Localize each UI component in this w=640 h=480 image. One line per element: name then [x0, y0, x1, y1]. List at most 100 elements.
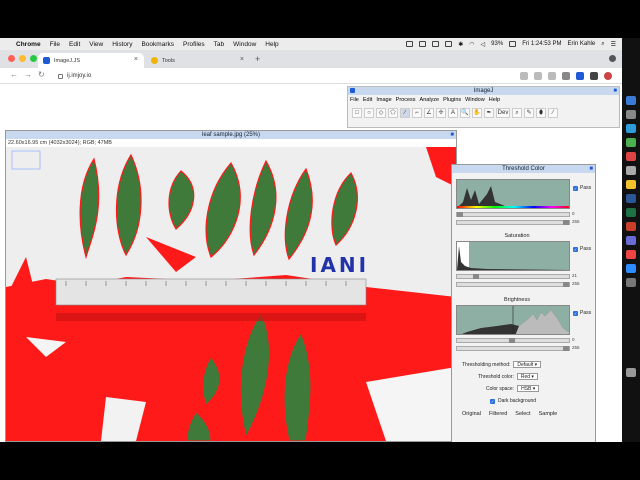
ij-menu-analyze[interactable]: Analyze	[420, 97, 440, 103]
teams-icon[interactable]	[626, 236, 636, 245]
volume-icon[interactable]: ◁	[481, 41, 486, 48]
extension-v-icon[interactable]	[576, 72, 584, 80]
back-icon[interactable]: ←	[10, 70, 18, 79]
screen-record-icon[interactable]	[406, 41, 414, 47]
clock-icon[interactable]	[445, 41, 453, 47]
powerpoint-icon[interactable]	[626, 222, 636, 231]
magnifier-tool-icon[interactable]: 🔍	[460, 108, 470, 118]
image-canvas[interactable]: IANI	[6, 147, 456, 441]
checkbox-checked-icon[interactable]: ✓	[573, 310, 578, 316]
battery-icon[interactable]	[509, 41, 517, 47]
tab-search-icon[interactable]	[609, 55, 616, 62]
puzzle-icon[interactable]	[590, 72, 598, 80]
slider-knob[interactable]	[509, 338, 515, 343]
battery-percent[interactable]: 93%	[491, 41, 503, 47]
new-tab-icon[interactable]: +	[255, 54, 260, 64]
ij-menu-edit[interactable]: Edit	[363, 97, 372, 103]
ij-menu-image[interactable]: Image	[376, 97, 391, 103]
freehand-tool-icon[interactable]: ⬠	[388, 108, 398, 118]
bluetooth-icon[interactable]: ✱	[458, 41, 463, 48]
wifi-icon[interactable]: ◠	[469, 41, 474, 48]
hue-max-slider[interactable]	[456, 220, 570, 225]
zoom-icon[interactable]	[432, 41, 440, 47]
menu-app-name[interactable]: Chrome	[16, 41, 41, 48]
oval-tool-icon[interactable]: ○	[364, 108, 374, 118]
ij-menu-window[interactable]: Window	[465, 97, 485, 103]
control-center-icon[interactable]: ☰	[611, 41, 616, 48]
brush-tool-icon[interactable]: ⬮	[536, 108, 546, 118]
menu-bookmarks[interactable]: Bookmarks	[141, 41, 174, 48]
zoom-window-button[interactable]	[30, 55, 37, 62]
threshold-color-select[interactable]: Red ▾	[516, 373, 538, 380]
point-tool-icon[interactable]: ✢	[436, 108, 446, 118]
saturation-pass-checkbox[interactable]: ✓ Pass	[573, 246, 591, 252]
share-icon[interactable]	[534, 72, 542, 80]
menu-edit[interactable]: Edit	[69, 41, 80, 48]
text-tool-icon[interactable]: A	[448, 108, 458, 118]
close-tab-icon[interactable]: ×	[134, 56, 138, 63]
close-icon[interactable]: ■	[450, 131, 454, 139]
tab-imagej[interactable]: ImageJ.JS ×	[38, 53, 144, 68]
ij-menu-process[interactable]: Process	[396, 97, 416, 103]
menu-file[interactable]: File	[50, 41, 60, 48]
extension-icon[interactable]	[562, 72, 570, 80]
tab-tools[interactable]: Tools ×	[146, 53, 250, 68]
menu-help[interactable]: Help	[265, 41, 278, 48]
download-icon[interactable]	[520, 72, 528, 80]
notes-icon[interactable]	[626, 166, 636, 175]
search-icon[interactable]: ⌕	[601, 41, 604, 48]
ij-menu-file[interactable]: File	[350, 97, 359, 103]
brightness-min-slider[interactable]	[456, 338, 570, 343]
line-tool-icon[interactable]: ∕	[400, 108, 410, 118]
minimize-window-button[interactable]	[19, 55, 26, 62]
polygon-tool-icon[interactable]: ◇	[376, 108, 386, 118]
app-icon[interactable]	[626, 250, 636, 259]
url-field[interactable]: ij.imjoy.io	[58, 70, 518, 82]
url-text[interactable]: ij.imjoy.io	[67, 73, 91, 79]
threshold-titlebar[interactable]: Threshold Color ■	[452, 165, 595, 173]
sample-button[interactable]: Sample	[539, 411, 558, 417]
profile-avatar[interactable]	[604, 72, 612, 80]
hue-pass-checkbox[interactable]: ✓ Pass	[573, 185, 591, 191]
imagej-titlebar[interactable]: ImageJ ■	[348, 87, 619, 95]
segment-tool-icon[interactable]: ⌐	[412, 108, 422, 118]
slider-knob[interactable]	[457, 212, 463, 217]
rectangle-tool-icon[interactable]: □	[352, 108, 362, 118]
finder-icon[interactable]	[626, 96, 636, 105]
calendar-icon[interactable]	[626, 152, 636, 161]
zoom-app-icon[interactable]	[626, 264, 636, 273]
bookmark-star-icon[interactable]	[548, 72, 556, 80]
slider-knob[interactable]	[563, 220, 569, 225]
saturation-min-slider[interactable]	[456, 274, 570, 279]
hue-min-slider[interactable]	[456, 212, 570, 217]
wand-tool-icon[interactable]: ⁄	[548, 108, 558, 118]
menu-history[interactable]: History	[112, 41, 132, 48]
pin-icon[interactable]	[350, 88, 355, 93]
reload-icon[interactable]: ↻	[38, 70, 45, 79]
chrome-icon[interactable]	[626, 180, 636, 189]
brightness-max-slider[interactable]	[456, 346, 570, 351]
angle-tool-icon[interactable]: ∠	[424, 108, 434, 118]
color-space-select[interactable]: HSB ▾	[517, 385, 540, 392]
slider-knob[interactable]	[563, 282, 569, 287]
safari-icon[interactable]	[626, 124, 636, 133]
leaf-image[interactable]	[6, 147, 456, 441]
lock-icon[interactable]	[58, 73, 63, 79]
dark-background-checkbox[interactable]: ✓ Dark background	[490, 398, 536, 404]
slider-knob[interactable]	[563, 346, 569, 351]
original-button[interactable]: Original	[462, 411, 481, 417]
brightness-pass-checkbox[interactable]: ✓ Pass	[573, 310, 591, 316]
slider-knob[interactable]	[473, 274, 479, 279]
hand-tool-icon[interactable]: ✋	[472, 108, 482, 118]
settings-icon[interactable]	[626, 278, 636, 287]
excel-icon[interactable]	[626, 208, 636, 217]
filtered-button[interactable]: Filtered	[489, 411, 507, 417]
close-icon[interactable]: ■	[589, 165, 593, 173]
messages-icon[interactable]	[626, 138, 636, 147]
pencil-tool-icon[interactable]: ✎	[524, 108, 534, 118]
close-window-button[interactable]	[8, 55, 15, 62]
camera-icon[interactable]	[419, 41, 427, 47]
checkbox-checked-icon[interactable]: ✓	[573, 246, 578, 252]
trash-icon[interactable]	[626, 368, 636, 377]
checkbox-checked-icon[interactable]: ✓	[573, 185, 578, 191]
